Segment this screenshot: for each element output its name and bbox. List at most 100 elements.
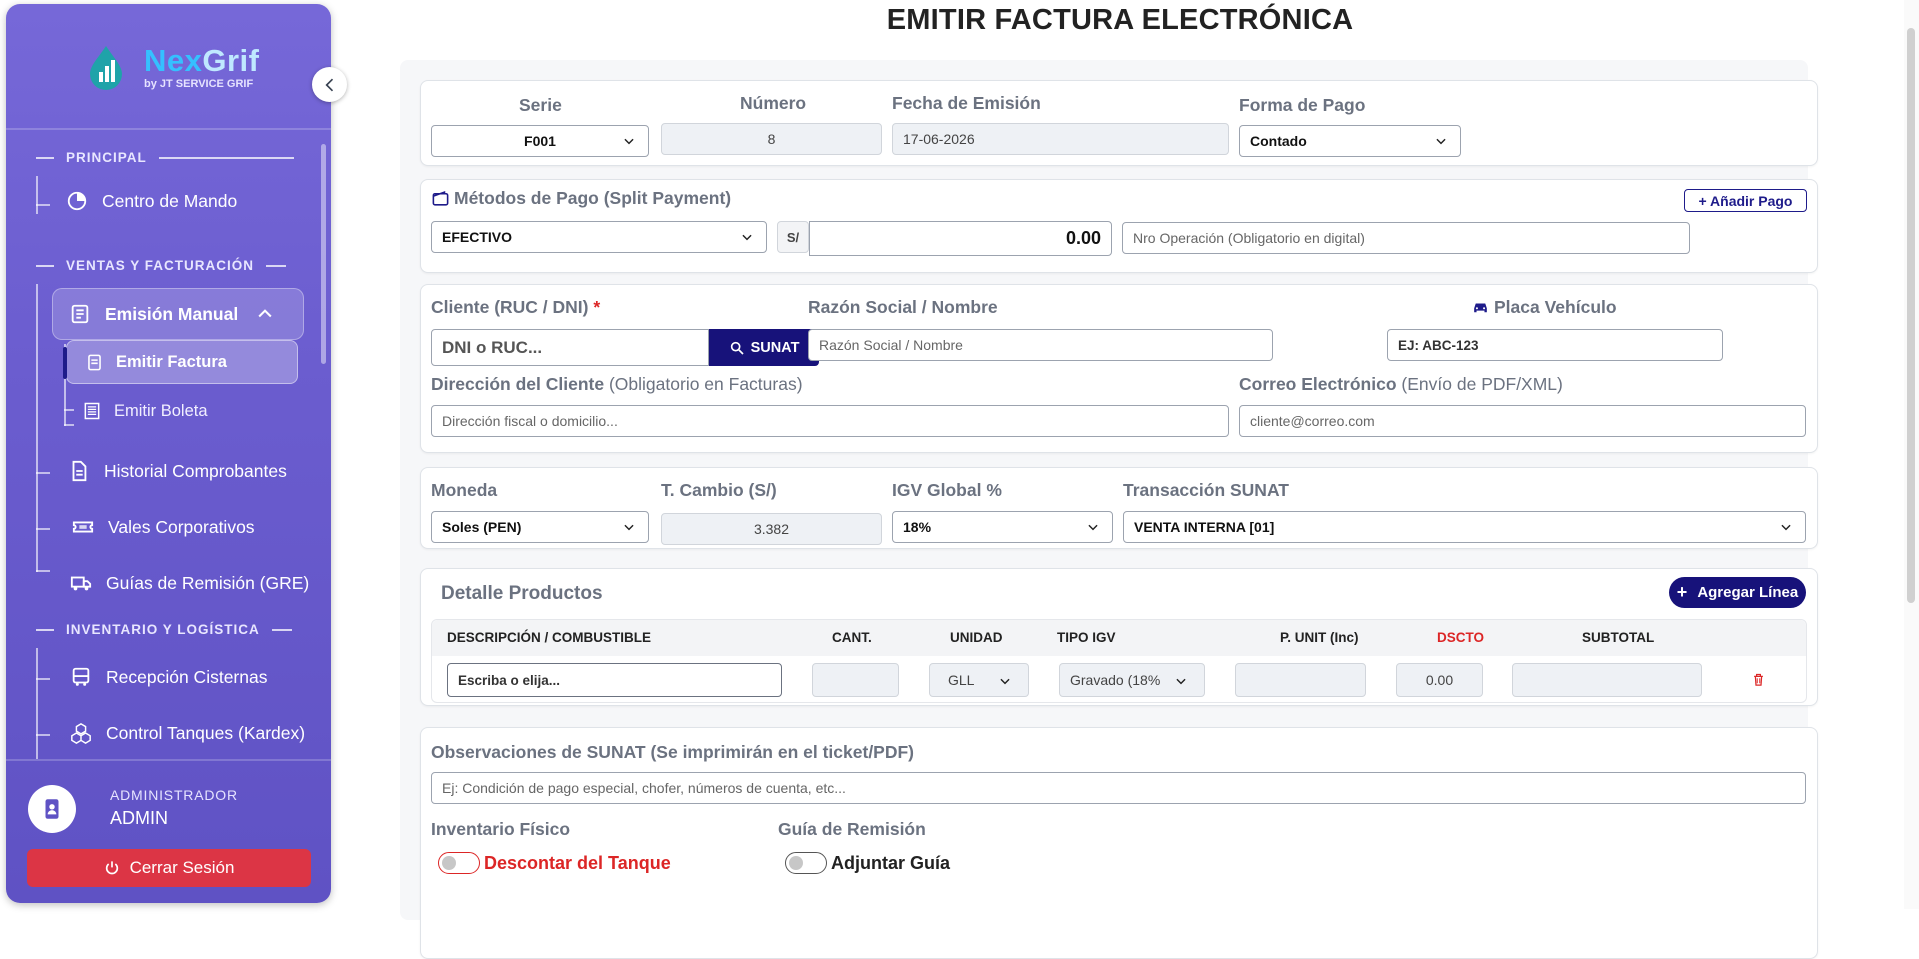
brand-subtitle: by JT SERVICE GRIF	[144, 77, 254, 90]
observations-label: Observaciones de SUNAT (Se imprimirán en…	[431, 742, 915, 762]
sidebar-item-emitir-factura[interactable]: Emitir Factura	[63, 340, 298, 384]
quantity-input[interactable]	[812, 663, 899, 697]
truck-icon	[70, 576, 92, 591]
igv-type-select[interactable]: Gravado (18%	[1059, 663, 1205, 697]
transaccion-select[interactable]: VENTA INTERNA [01]	[1123, 511, 1806, 543]
client-doc-label: Cliente (RUC / DNI) *	[431, 297, 601, 317]
col-desc: DESCRIPCIÓN / COMBUSTIBLE	[447, 630, 652, 645]
add-payment-button[interactable]: + Añadir Pago	[1684, 189, 1807, 212]
invoice-form: Serie F001 Número 8 Fecha de Emisión 17-…	[400, 60, 1818, 959]
attach-guide-label: Adjuntar Guía	[831, 852, 951, 873]
wallet-icon	[432, 191, 449, 206]
attach-guide-toggle[interactable]	[785, 852, 827, 874]
section-ventas: VENTAS Y FACTURACIÓN	[36, 258, 287, 273]
product-description-input[interactable]: Escriba o elija...	[447, 663, 782, 697]
guia-label: Guía de Remisión	[778, 819, 926, 839]
sidebar: NexGrif by JT SERVICE GRIF PRINCIPAL Cen…	[6, 4, 331, 903]
observations-input[interactable]: Ej: Condición de pago especial, chofer, …	[431, 772, 1806, 804]
forma-pago-select[interactable]: Contado	[1239, 125, 1461, 157]
direccion-input[interactable]: Dirección fiscal o domicilio...	[431, 405, 1229, 437]
razon-social-input[interactable]: Razón Social / Nombre	[808, 329, 1273, 361]
fuel-drop-icon	[90, 46, 122, 90]
products-box: Detalle Productos + Agregar Línea DESCRI…	[420, 568, 1818, 706]
client-doc-input[interactable]: DNI o RUC...	[431, 329, 709, 366]
sidebar-collapse-button[interactable]	[312, 67, 347, 102]
discount-tank-label: Descontar del Tanque	[484, 852, 671, 873]
moneda-select[interactable]: Soles (PEN)	[431, 511, 649, 543]
unit-price-input[interactable]	[1235, 663, 1366, 697]
client-box: Cliente (RUC / DNI) * DNI o RUC... SUNAT…	[420, 284, 1818, 453]
power-icon	[105, 861, 118, 875]
sidebar-item-tanques[interactable]: Control Tanques (Kardex)	[70, 710, 305, 756]
payments-title: Métodos de Pago (Split Payment)	[431, 188, 731, 209]
chevron-down-icon	[1781, 524, 1791, 531]
payment-method-select[interactable]: EFECTIVO	[431, 221, 767, 253]
placa-input[interactable]: EJ: ABC-123	[1387, 329, 1723, 361]
attach-guide-toggle-group: Adjuntar Guía	[785, 852, 950, 874]
table-header: DESCRIPCIÓN / COMBUSTIBLE CANT. UNIDAD T…	[432, 620, 1806, 656]
sidebar-item-emitir-boleta[interactable]: Emitir Boleta	[82, 390, 208, 432]
trash-icon[interactable]	[1751, 672, 1766, 687]
receipt-icon	[84, 402, 100, 420]
pie-chart-icon	[67, 191, 87, 211]
brand-name: NexGrif	[144, 42, 260, 78]
tipo-cambio-field: 3.382	[661, 513, 882, 545]
payments-box: Métodos de Pago (Split Payment) + Añadir…	[420, 179, 1818, 273]
invoice-icon	[71, 304, 89, 324]
divider	[6, 128, 331, 130]
user-role: ADMINISTRADOR	[110, 787, 238, 803]
logout-button[interactable]: Cerrar Sesión	[27, 849, 311, 887]
sidebar-item-emision-manual[interactable]: Emisión Manual	[52, 288, 304, 340]
chevron-down-icon	[1436, 138, 1446, 145]
currency-box: Moneda Soles (PEN) T. Cambio (S/) 3.382 …	[420, 467, 1818, 549]
placa-label: Placa Vehículo	[1471, 297, 1617, 318]
numero-label: Número	[740, 93, 807, 113]
products-table: DESCRIPCIÓN / COMBUSTIBLE CANT. UNIDAD T…	[431, 619, 1807, 703]
chevron-down-icon	[624, 138, 634, 145]
col-tipo-igv: TIPO IGV	[1057, 630, 1116, 645]
payment-amount-input[interactable]: 0.00	[809, 221, 1112, 256]
sunat-search-button[interactable]: SUNAT	[709, 329, 819, 366]
sidebar-item-historial[interactable]: Historial Comprobantes	[68, 448, 287, 494]
page-scrollbar[interactable]	[1904, 0, 1919, 909]
main-content: EMITIR FACTURA ELECTRÓNICA Serie F001 Nú…	[400, 0, 1818, 959]
correo-input[interactable]: cliente@correo.com	[1239, 405, 1806, 437]
chevron-down-icon	[1088, 524, 1098, 531]
fecha-field: 17-06-2026	[892, 123, 1229, 155]
products-title: Detalle Productos	[441, 583, 603, 604]
serie-select[interactable]: F001	[431, 125, 649, 157]
add-line-button[interactable]: + Agregar Línea	[1669, 577, 1806, 608]
col-unidad: UNIDAD	[950, 630, 1003, 645]
file-text-icon	[72, 460, 87, 482]
discount-input[interactable]: 0.00	[1396, 663, 1483, 697]
sidebar-item-recepcion[interactable]: Recepción Cisternas	[70, 654, 267, 700]
transaccion-label: Transacción SUNAT	[1123, 480, 1289, 500]
sidebar-scrollbar[interactable]	[321, 144, 326, 364]
chevron-left-icon	[324, 78, 333, 91]
user-panel: ADMINISTRADOR ADMIN Cerrar Sesión	[6, 759, 331, 903]
brand-logo[interactable]: NexGrif by JT SERVICE GRIF	[86, 44, 260, 90]
sidebar-item-vales[interactable]: Vales Corporativos	[72, 504, 255, 550]
observations-box: Observaciones de SUNAT (Se imprimirán en…	[420, 727, 1818, 959]
chevron-down-icon	[742, 234, 752, 241]
plus-icon: +	[1676, 582, 1688, 602]
cubes-icon	[71, 722, 91, 744]
chevron-down-icon	[1176, 678, 1186, 685]
search-icon	[730, 341, 744, 355]
direccion-label: Dirección del Cliente (Obligatorio en Fa…	[431, 374, 803, 394]
igv-select[interactable]: 18%	[892, 511, 1113, 543]
user-name: ADMIN	[110, 808, 168, 828]
currency-symbol: S/	[777, 221, 809, 253]
sidebar-item-guias[interactable]: Guías de Remisión (GRE)	[70, 560, 309, 606]
document-icon	[88, 354, 101, 370]
unit-select[interactable]: GLL	[929, 663, 1029, 697]
discount-tank-toggle[interactable]	[438, 852, 480, 874]
subtotal-field	[1512, 663, 1702, 697]
operation-number-input[interactable]: Nro Operación (Obligatorio en digital)	[1122, 222, 1690, 254]
col-punit: P. UNIT (Inc)	[1280, 630, 1359, 645]
page-title: EMITIR FACTURA ELECTRÓNICA	[886, 4, 1354, 36]
col-subtotal: SUBTOTAL	[1582, 630, 1655, 645]
sidebar-nav: PRINCIPAL Centro de Mando VENTAS Y FACTU…	[6, 134, 322, 759]
col-cant: CANT.	[832, 630, 872, 645]
sidebar-item-centro-de-mando[interactable]: Centro de Mando	[66, 180, 237, 222]
